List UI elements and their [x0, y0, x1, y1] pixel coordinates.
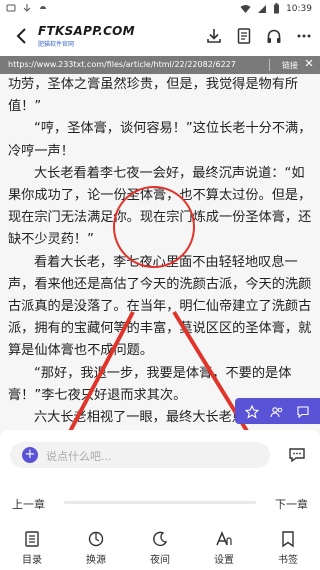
- star-icon: [244, 404, 260, 419]
- toolbar-item-night-mode[interactable]: 夜间: [128, 524, 192, 570]
- star-button[interactable]: [244, 404, 260, 419]
- bottom-toolbar: 目录 换源 夜间 设置 书签: [0, 524, 320, 570]
- chapter-progress-slider[interactable]: [64, 501, 256, 504]
- chat-bubble-icon: [297, 406, 309, 419]
- toolbar-label: 书签: [278, 555, 298, 566]
- next-chapter-button[interactable]: 下一章: [275, 496, 308, 512]
- toolbar-label: 目录: [22, 555, 42, 566]
- toolbar-item-settings[interactable]: 设置: [192, 524, 256, 570]
- font-settings-icon: [216, 531, 232, 546]
- comment-placeholder: 说点什么吧...: [46, 450, 112, 463]
- switch-source-icon: [88, 531, 104, 547]
- chapter-navigation: 上一章 下一章: [0, 480, 320, 524]
- users-button[interactable]: [270, 404, 284, 418]
- toolbar-label: 换源: [86, 555, 106, 566]
- chat-button[interactable]: [296, 404, 310, 419]
- add-comment-icon: +: [22, 447, 38, 463]
- users-icon: [270, 407, 283, 418]
- toolbar-item-bookmark[interactable]: 书签: [256, 524, 320, 570]
- comments-icon[interactable]: [288, 446, 306, 464]
- toolbar-item-switch-source[interactable]: 换源: [64, 524, 128, 570]
- comment-input[interactable]: + 说点什么吧...: [10, 442, 270, 468]
- comment-bar: + 说点什么吧...: [0, 430, 320, 480]
- toolbar-item-catalog[interactable]: 目录: [0, 524, 64, 570]
- catalog-icon: [25, 531, 39, 547]
- toolbar-label: 设置: [214, 555, 234, 566]
- bookmark-icon: [282, 531, 294, 548]
- floating-action-group: [235, 398, 320, 424]
- prev-chapter-button[interactable]: 上一章: [12, 496, 45, 512]
- toolbar-label: 夜间: [150, 555, 170, 566]
- moon-icon: [153, 531, 168, 547]
